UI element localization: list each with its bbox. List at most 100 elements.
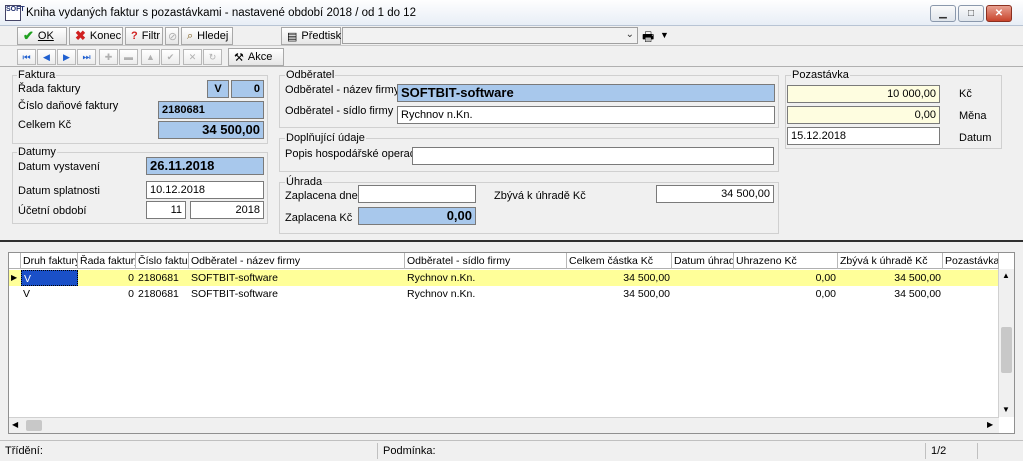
grid-cell[interactable]: 0 xyxy=(78,286,136,302)
column-header[interactable]: Odběratel - název firmy xyxy=(189,253,405,269)
printer-dropdown-icon[interactable]: ▼ xyxy=(660,30,669,40)
grid-cell[interactable]: 34 500,00 xyxy=(567,270,672,286)
report-select[interactable]: ⌄ xyxy=(342,27,638,44)
delete-record-icon[interactable]: ▬ xyxy=(119,49,138,65)
scroll-up-icon[interactable]: ▲ xyxy=(1002,271,1010,280)
sidlo-field[interactable]: Rychnov n.Kn. xyxy=(397,106,775,124)
datumy-legend: Datumy xyxy=(17,146,57,158)
column-header[interactable]: Uhrazeno Kč xyxy=(734,253,838,269)
zbyva-label: Zbývá k úhradě Kč xyxy=(494,190,586,202)
grid-cell[interactable]: SOFTBIT-software xyxy=(189,270,405,286)
pozastavka-kc-field[interactable]: 10 000,00 xyxy=(787,85,940,103)
insert-record-icon[interactable]: ✚ xyxy=(99,49,118,65)
rada-type-field[interactable]: V xyxy=(207,80,229,98)
nazev-field[interactable]: SOFTBIT-software xyxy=(397,84,775,102)
column-header[interactable]: Řada faktury xyxy=(78,253,136,269)
close-window-button[interactable]: ✕ xyxy=(986,5,1012,22)
next-record-icon[interactable]: ▶ xyxy=(57,49,76,65)
checkmark-icon: ✔ xyxy=(23,28,34,43)
grid-cell[interactable]: 0,00 xyxy=(734,286,838,302)
row-pointer-icon: ▶ xyxy=(11,273,18,282)
grid-cell[interactable]: 2180681 xyxy=(136,286,189,302)
predtisk-label: Předtisk xyxy=(301,30,342,42)
grid-header: Druh faktury Řada faktury Číslo faktury … xyxy=(9,253,999,269)
horizontal-scrollbar[interactable]: ◀ ▶ xyxy=(9,417,999,433)
vertical-scrollbar[interactable]: ▲ ▼ xyxy=(998,269,1014,417)
table-row[interactable]: V 0 2180681 SOFTBIT-software Rychnov n.K… xyxy=(9,286,999,302)
pozastavka-mena-label: Měna xyxy=(959,110,987,122)
table-row[interactable]: ▶ V 0 2180681 SOFTBIT-software Rychnov n… xyxy=(9,270,999,286)
minimize-button[interactable]: ▁ xyxy=(930,5,956,22)
uhrada-legend: Úhrada xyxy=(285,176,324,188)
title-bar: SOFT Kniha vydaných faktur s pozastávkam… xyxy=(0,0,1023,26)
grid-cell[interactable]: 34 500,00 xyxy=(838,286,943,302)
column-header[interactable]: Odběratel - sídlo firmy xyxy=(405,253,567,269)
splatnosti-field[interactable]: 10.12.2018 xyxy=(146,181,264,199)
pozastavka-datum-field[interactable]: 15.12.2018 xyxy=(787,127,940,145)
celkem-label: Celkem Kč xyxy=(18,119,72,131)
grid-cell[interactable]: V xyxy=(21,286,78,302)
cancel-record-icon[interactable]: ✕ xyxy=(183,49,202,65)
invoice-grid[interactable]: Druh faktury Řada faktury Číslo faktury … xyxy=(8,252,1015,434)
odberatel-legend: Odběratel xyxy=(285,69,336,81)
prior-record-icon[interactable]: ◀ xyxy=(37,49,56,65)
grid-cell[interactable]: Rychnov n.Kn. xyxy=(405,286,567,302)
scroll-left-icon[interactable]: ◀ xyxy=(12,420,18,429)
maximize-button[interactable]: □ xyxy=(958,5,984,22)
tools-icon: ⚒ xyxy=(234,51,244,64)
filtr-button[interactable]: ? Filtr xyxy=(125,27,163,45)
horizontal-scroll-thumb[interactable] xyxy=(26,420,42,431)
grid-cell[interactable]: 34 500,00 xyxy=(567,286,672,302)
edit-record-icon[interactable]: ▲ xyxy=(141,49,160,65)
celkem-field[interactable]: 34 500,00 xyxy=(158,121,264,139)
column-header[interactable]: Celkem částka Kč xyxy=(567,253,672,269)
splitter[interactable] xyxy=(0,240,1023,244)
column-header[interactable]: Druh faktury xyxy=(21,253,78,269)
grid-cell[interactable] xyxy=(672,286,734,302)
zaplacena-dne-field[interactable] xyxy=(358,185,476,203)
grid-cell[interactable] xyxy=(943,270,999,286)
pozastavka-datum-label: Datum xyxy=(959,132,992,144)
refresh-icon[interactable]: ↻ xyxy=(203,49,222,65)
vertical-scroll-thumb[interactable] xyxy=(1001,327,1012,373)
vystaveni-field[interactable]: 26.11.2018 xyxy=(146,157,264,175)
cislo-field[interactable]: 2180681 xyxy=(158,101,264,119)
obdobi-year-field[interactable]: 2018 xyxy=(190,201,264,219)
grid-cell[interactable] xyxy=(943,286,999,302)
zbyva-field[interactable]: 34 500,00 xyxy=(656,185,774,203)
zaplacena-kc-label: Zaplacena Kč xyxy=(285,212,353,224)
column-header[interactable]: Pozastávka xyxy=(943,253,999,269)
hledej-button[interactable]: ⌕ Hledej xyxy=(181,27,233,45)
grid-cell[interactable]: 0 xyxy=(78,270,136,286)
popis-field[interactable] xyxy=(412,147,774,165)
app-logo-icon: SOFT xyxy=(5,5,25,21)
column-header[interactable]: Zbývá k úhradě Kč xyxy=(838,253,943,269)
predtisk-button[interactable]: ▤ Předtisk xyxy=(281,27,341,45)
filter-clear-button[interactable]: ⊘ xyxy=(165,27,179,45)
grid-cell[interactable]: 2180681 xyxy=(136,270,189,286)
konec-button[interactable]: ✖ Konec xyxy=(69,27,123,45)
ok-button[interactable]: ✔ OK xyxy=(17,27,67,45)
zaplacena-kc-field[interactable]: 0,00 xyxy=(358,207,476,225)
scroll-right-icon[interactable]: ▶ xyxy=(987,420,993,429)
close-x-icon: ✖ xyxy=(75,28,86,43)
grid-cell[interactable]: 34 500,00 xyxy=(838,270,943,286)
akce-button[interactable]: ⚒ Akce xyxy=(228,48,284,66)
grid-cell[interactable]: Rychnov n.Kn. xyxy=(405,270,567,286)
faktura-legend: Faktura xyxy=(17,69,57,81)
rada-num-field[interactable]: 0 xyxy=(231,80,264,98)
first-record-icon[interactable]: ⏮ xyxy=(17,49,36,65)
grid-cell[interactable]: SOFTBIT-software xyxy=(189,286,405,302)
column-header[interactable]: Datum úhrady xyxy=(672,253,734,269)
grid-cell[interactable] xyxy=(672,270,734,286)
obdobi-month-field[interactable]: 11 xyxy=(146,201,186,219)
column-header[interactable]: Číslo faktury xyxy=(136,253,189,269)
last-record-icon[interactable]: ⏭ xyxy=(77,49,96,65)
scroll-down-icon[interactable]: ▼ xyxy=(1002,405,1010,414)
pozastavka-mena-field[interactable]: 0,00 xyxy=(787,106,940,124)
grid-cell[interactable]: V xyxy=(21,270,78,286)
obdobi-label: Účetní období xyxy=(18,205,87,217)
popis-label: Popis hospodářské operace xyxy=(285,148,422,160)
post-record-icon[interactable]: ✔ xyxy=(161,49,180,65)
grid-cell[interactable]: 0,00 xyxy=(734,270,838,286)
